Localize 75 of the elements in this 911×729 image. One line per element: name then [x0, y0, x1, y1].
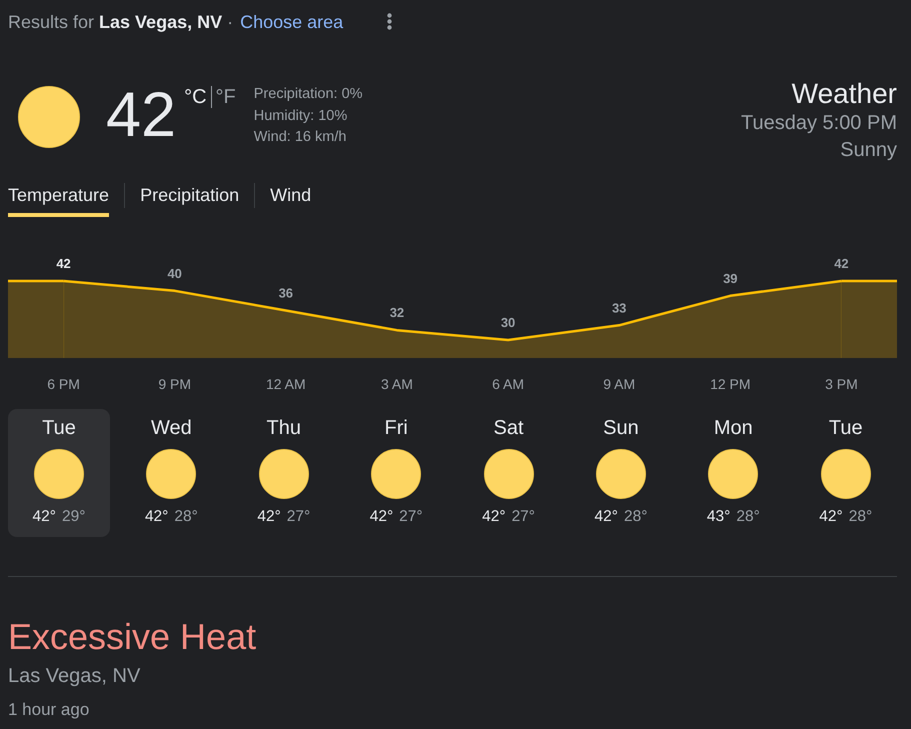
- low-temperature: 28°: [174, 508, 198, 525]
- sun-icon: [371, 449, 422, 499]
- date-time: Tuesday 5:00 PM: [740, 111, 897, 136]
- time-label: 9 AM: [603, 375, 636, 394]
- weather-detail: Precipitation: 0%: [254, 85, 363, 104]
- condition-text: Sunny: [839, 138, 897, 163]
- sun-icon: [820, 449, 871, 499]
- day-forecast-card[interactable]: Sun 42° 28°: [570, 409, 672, 537]
- low-temperature: 28°: [624, 508, 648, 525]
- day-name: Mon: [714, 416, 753, 440]
- alert-title[interactable]: Excessive Heat: [8, 615, 897, 659]
- day-forecast-card[interactable]: Wed 42° 28°: [120, 409, 222, 537]
- high-temperature: 43°: [706, 508, 730, 525]
- data-label: 40: [167, 266, 182, 281]
- sun-icon: [146, 449, 196, 499]
- day-forecast-card[interactable]: Sat 42° 27°: [458, 409, 560, 537]
- sun-icon: [484, 449, 534, 499]
- unit-toggle[interactable]: °F: [210, 86, 240, 108]
- unit-toggle[interactable]: °C: [184, 86, 211, 108]
- day-name: Sat: [494, 416, 524, 440]
- time-label: 6 AM: [492, 375, 524, 394]
- day-name: Tue: [42, 416, 76, 440]
- weather-title: Weather: [790, 78, 897, 110]
- choose-area-link[interactable]: Choose area: [240, 8, 344, 36]
- high-temperature: 42°: [819, 508, 843, 525]
- high-temperature: 42°: [32, 508, 56, 525]
- sun-icon: [258, 449, 309, 499]
- low-temperature: 28°: [736, 508, 760, 525]
- low-temperature: 29°: [62, 508, 86, 525]
- weather-detail: Wind: 16 km/h: [254, 128, 348, 147]
- day-name: Sun: [603, 416, 639, 440]
- current-temperature: 42: [106, 83, 176, 147]
- chart-tab[interactable]: Precipitation: [140, 180, 240, 217]
- high-temperature: 42°: [144, 508, 168, 525]
- day-name: Tue: [828, 416, 863, 440]
- time-label: 3 AM: [380, 375, 413, 394]
- weather-detail: Humidity: 10%: [254, 106, 348, 126]
- time-label: 3 PM: [825, 375, 858, 394]
- day-forecast-card[interactable]: Mon 43° 28°: [682, 409, 784, 537]
- alert-time: 1 hour ago: [8, 699, 90, 721]
- high-temperature: 42°: [370, 508, 394, 525]
- time-label: 6 PM: [47, 375, 80, 394]
- chart-tab[interactable]: Temperature: [8, 180, 110, 217]
- sun-icon: [596, 449, 646, 499]
- sun-icon: [708, 449, 758, 499]
- data-label: 42: [56, 256, 71, 271]
- time-label: 9 PM: [158, 375, 192, 394]
- low-temperature: 27°: [512, 508, 536, 525]
- data-label: 39: [723, 270, 738, 286]
- data-label: 30: [500, 315, 516, 330]
- time-label: 12 AM: [266, 375, 306, 394]
- high-temperature: 42°: [594, 508, 618, 525]
- day-name: Wed: [151, 416, 192, 440]
- day-name: Fri: [384, 416, 408, 440]
- day-forecast-card[interactable]: Tue 42° 29°: [8, 409, 110, 537]
- low-temperature: 27°: [399, 508, 423, 525]
- data-label: 36: [278, 286, 294, 300]
- day-forecast-card[interactable]: Fri 42° 27°: [345, 409, 448, 537]
- high-temperature: 42°: [257, 508, 281, 525]
- results-for-text: Results for Las Vegas, NV ·: [8, 11, 234, 34]
- day-forecast-card[interactable]: Tue 42° 28°: [794, 409, 897, 537]
- sun-icon: [18, 86, 80, 148]
- more-options-icon[interactable]: [387, 13, 392, 30]
- time-label: 12 PM: [710, 375, 751, 394]
- data-label: 32: [390, 305, 404, 320]
- alert-location: Las Vegas, NV: [8, 664, 142, 689]
- day-name: Thu: [266, 416, 302, 440]
- low-temperature: 27°: [286, 508, 310, 525]
- low-temperature: 28°: [848, 508, 872, 525]
- sun-icon: [34, 449, 84, 499]
- chart-tab[interactable]: Wind: [270, 180, 312, 217]
- data-label: 42: [834, 256, 849, 271]
- data-label: 33: [612, 300, 626, 316]
- high-temperature: 42°: [482, 508, 506, 525]
- day-forecast-card[interactable]: Thu 42° 27°: [232, 409, 335, 537]
